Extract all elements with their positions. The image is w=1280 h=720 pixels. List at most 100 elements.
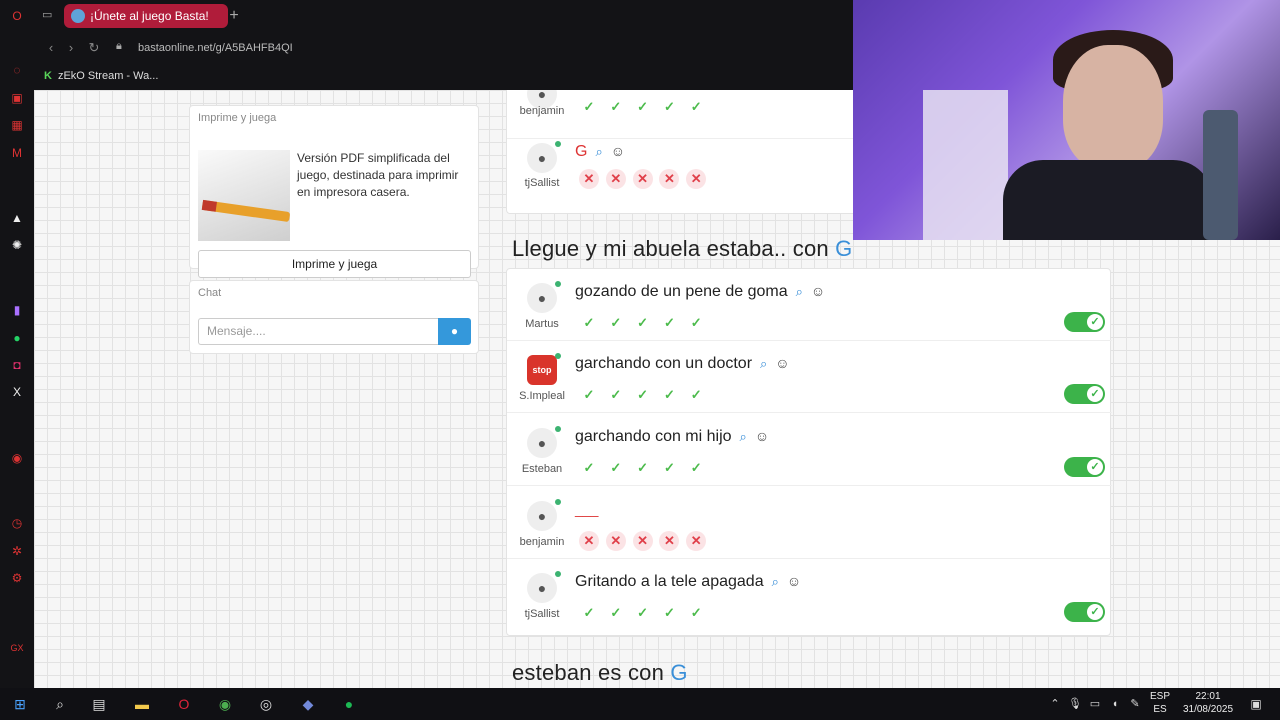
check-icon[interactable]: ✓ — [633, 458, 653, 478]
settings-icon[interactable]: ⚙ — [9, 570, 25, 586]
twitch-icon[interactable]: ▮ — [9, 302, 25, 318]
check-icon[interactable]: ✓ — [579, 97, 599, 117]
volume-icon[interactable]: ◖ — [1105, 694, 1125, 714]
check-icon[interactable]: ✓ — [659, 313, 679, 333]
cross-icon[interactable]: ✕ — [632, 531, 653, 551]
print-preview-image[interactable] — [198, 150, 290, 241]
check-icon[interactable]: ✓ — [659, 97, 679, 117]
battery-icon[interactable]: ▭ — [1085, 694, 1105, 714]
tabs-icon[interactable]: ▭ — [42, 8, 56, 22]
search-icon[interactable]: ⌕ — [796, 284, 803, 299]
check-icon[interactable]: ✓ — [606, 385, 626, 405]
language-indicator[interactable]: ESP ES — [1150, 690, 1170, 716]
cross-icon[interactable]: ✕ — [632, 169, 653, 189]
history-icon[interactable]: ◷ — [9, 515, 25, 531]
sidebar-app-icon[interactable]: M — [9, 145, 25, 161]
check-icon[interactable]: ✓ — [606, 603, 626, 623]
browser-tab[interactable]: ¡Únete al juego Basta! — [64, 4, 228, 28]
pen-icon[interactable]: ✎ — [1125, 694, 1145, 714]
sidebar-app-icon[interactable]: ◌ — [9, 62, 25, 78]
username: benjamin — [519, 105, 565, 117]
cross-icon[interactable]: ✕ — [659, 531, 680, 551]
instagram-icon[interactable]: ◘ — [9, 357, 25, 373]
file-explorer-icon[interactable]: ▬ — [132, 694, 152, 714]
votes: ✓ ✓ ✓ ✓ ✓ — [579, 313, 713, 333]
forward-icon[interactable]: › — [64, 40, 78, 56]
accept-toggle[interactable]: ✓ — [1064, 312, 1105, 332]
cross-icon[interactable]: ✕ — [605, 169, 626, 189]
task-view-icon[interactable]: ▤ — [89, 694, 109, 714]
cross-icon[interactable]: ✕ — [659, 169, 680, 189]
bookmark-item[interactable]: KzEkO Stream - Wa... — [44, 68, 158, 84]
accept-toggle[interactable]: ✓ — [1064, 384, 1105, 404]
check-icon[interactable]: ✓ — [659, 458, 679, 478]
check-icon[interactable]: ✓ — [606, 97, 626, 117]
check-icon[interactable]: ✓ — [686, 458, 706, 478]
emoji-react-icon[interactable]: ☺ — [755, 428, 769, 444]
chrome-icon[interactable]: ◉ — [215, 694, 235, 714]
answer-row: ● benjamin ___ ✕ ✕ ✕ ✕ ✕ — [507, 487, 1112, 559]
emoji-react-icon[interactable]: ☺ — [787, 573, 801, 589]
check-icon[interactable]: ✓ — [579, 385, 599, 405]
streamer-body — [1003, 160, 1213, 240]
address-bar[interactable]: bastaonline.net/g/A5BAHFB4QI — [138, 40, 293, 56]
notifications-icon[interactable]: ▣ — [1246, 694, 1266, 714]
check-icon[interactable]: ✓ — [633, 603, 653, 623]
check-icon[interactable]: ✓ — [606, 313, 626, 333]
emoji-react-icon[interactable]: ☺ — [775, 355, 789, 371]
check-icon[interactable]: ✓ — [686, 385, 706, 405]
new-tab-icon[interactable]: + — [226, 6, 242, 26]
accept-toggle[interactable]: ✓ — [1064, 602, 1105, 622]
extensions-icon[interactable]: ✲ — [9, 543, 25, 559]
check-icon[interactable]: ✓ — [659, 603, 679, 623]
sidebar-app-icon[interactable]: ▣ — [9, 90, 25, 106]
spotify-icon[interactable]: ● — [339, 694, 359, 714]
chat-send-button[interactable]: ● — [438, 318, 471, 345]
search-icon[interactable]: ⌕ — [740, 429, 747, 444]
check-icon[interactable]: ✓ — [579, 313, 599, 333]
app-icon[interactable]: ◎ — [256, 694, 276, 714]
cross-icon[interactable]: ✕ — [686, 531, 707, 551]
search-icon[interactable]: ⌕ — [595, 144, 602, 159]
x-icon[interactable]: X — [9, 384, 25, 400]
opera-gx-icon[interactable]: O — [174, 694, 194, 714]
emoji-react-icon[interactable]: ☺ — [611, 143, 625, 159]
print-button[interactable]: Imprime y juega — [198, 250, 471, 278]
microphone-icon[interactable]: 🎙︎ — [1065, 694, 1085, 714]
check-icon[interactable]: ✓ — [606, 458, 626, 478]
check-icon[interactable]: ✓ — [579, 458, 599, 478]
search-icon[interactable]: ⌕ — [50, 694, 70, 714]
user-avatar-icon: ● — [527, 143, 557, 173]
cross-icon[interactable]: ✕ — [686, 169, 707, 189]
check-icon[interactable]: ✓ — [659, 385, 679, 405]
back-icon[interactable]: ‹ — [44, 40, 58, 56]
windows-start-icon[interactable]: ⊞ — [10, 694, 30, 714]
cross-icon[interactable]: ✕ — [579, 169, 599, 189]
whatsapp-icon[interactable]: ● — [9, 330, 25, 346]
opera-logo-icon[interactable]: O — [9, 8, 25, 24]
check-icon[interactable]: ✓ — [686, 603, 706, 623]
username: tjSallist — [524, 177, 560, 189]
player-icon[interactable]: ◉ — [9, 450, 25, 466]
chatgpt-icon[interactable]: ✺ — [9, 237, 25, 253]
search-icon[interactable]: ⌕ — [760, 356, 767, 371]
clock[interactable]: 22:01 31/08/2025 — [1178, 690, 1238, 716]
sidebar-app-icon[interactable]: ▦ — [9, 117, 25, 133]
check-icon[interactable]: ✓ — [633, 385, 653, 405]
discord-icon[interactable]: ◆ — [298, 694, 318, 714]
check-icon[interactable]: ✓ — [633, 313, 653, 333]
check-icon[interactable]: ✓ — [686, 97, 706, 117]
cross-icon[interactable]: ✕ — [605, 531, 626, 551]
check-icon[interactable]: ✓ — [633, 97, 653, 117]
check-icon[interactable]: ✓ — [686, 313, 706, 333]
chat-input[interactable]: Mensaje.... — [198, 318, 438, 345]
aria-icon[interactable]: ▲ — [9, 210, 25, 226]
gx-icon[interactable]: GX — [9, 640, 25, 656]
accept-toggle[interactable]: ✓ — [1064, 457, 1105, 477]
check-icon[interactable]: ✓ — [579, 603, 599, 623]
search-icon[interactable]: ⌕ — [772, 574, 779, 589]
chevron-up-icon[interactable]: ⌃ — [1045, 694, 1065, 714]
emoji-react-icon[interactable]: ☺ — [811, 283, 825, 299]
reload-icon[interactable]: ↻ — [87, 40, 101, 56]
cross-icon[interactable]: ✕ — [579, 531, 599, 551]
